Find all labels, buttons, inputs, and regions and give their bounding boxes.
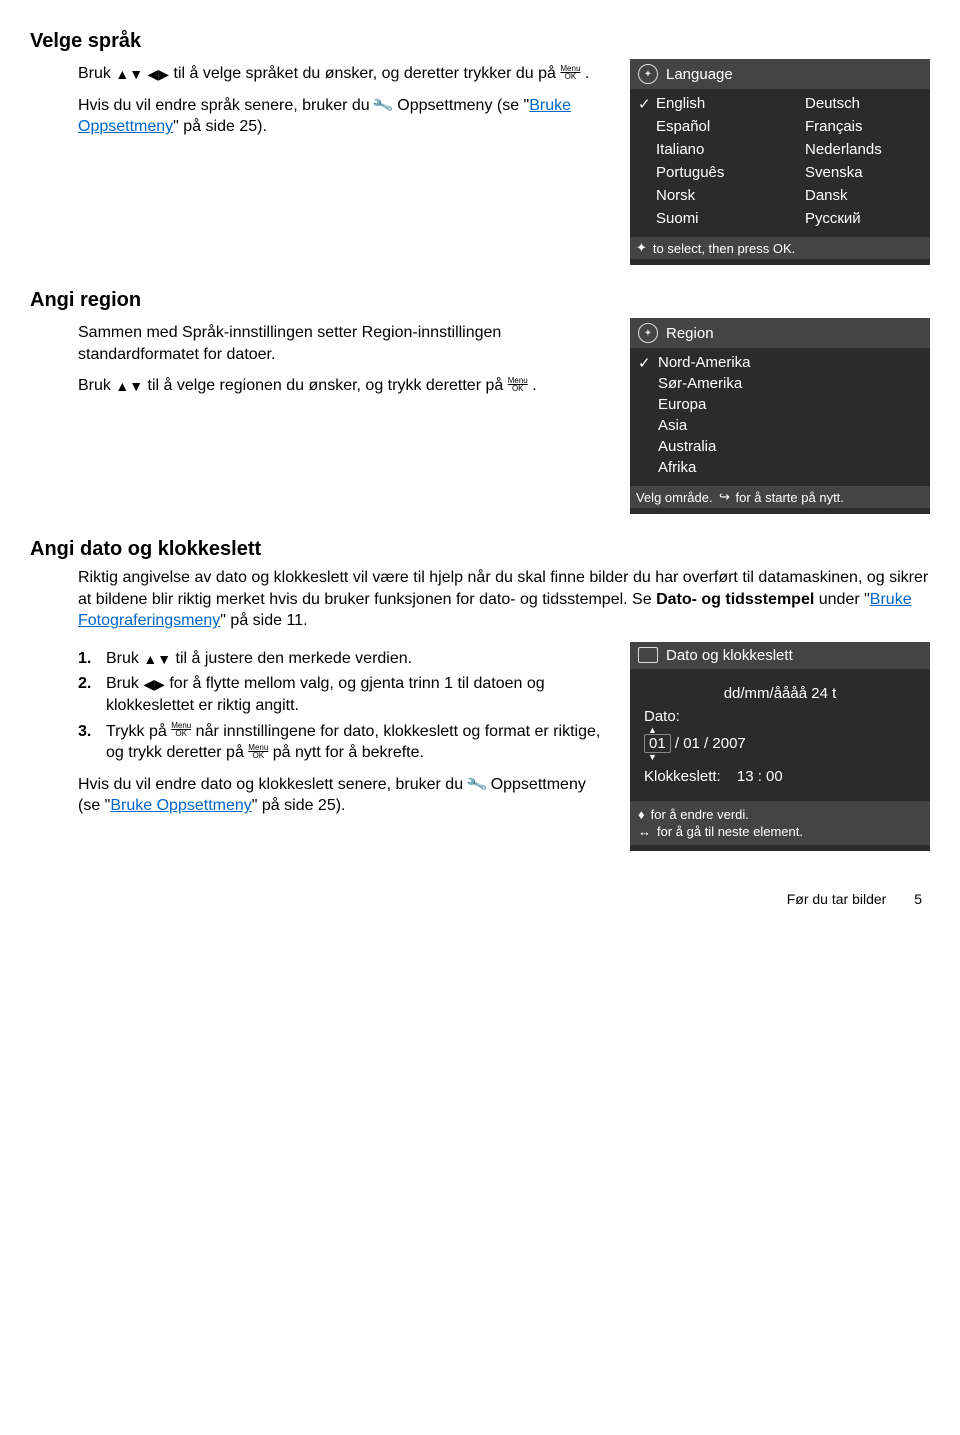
cam-region-item: Asia [636,415,924,436]
section3-text: 1. Bruk ▲▼ til å justere den merkede ver… [30,642,612,851]
s1-p1b: til å velge språket du ønsker, og derett… [174,65,561,82]
s3-step1b: til å justere den merkede verdien. [176,650,413,667]
up-arrow-icon: ▲ [648,725,916,735]
cam-region-footer-b: for å starte på nytt. [736,490,844,505]
step-num: 1. [78,648,96,670]
globe-icon: ✦ [638,323,658,343]
cam-region-item: Nord-Amerika [636,352,924,373]
s2-p1: Sammen med Språk-innstillingen setter Re… [78,322,612,365]
cam-region-item: Australia [636,436,924,457]
cam-region-item: Sør-Amerika [636,373,924,394]
cam-lang-item: Dansk [785,185,924,206]
cam-dt-day: 01 [644,734,671,753]
heading-datetime: Angi dato og klokkeslett [30,538,930,561]
cam-lang-item: Italiano [636,139,775,160]
cam-region-item: Europa [636,394,924,415]
wrench-icon: 🔧 [465,772,489,797]
down-arrow-icon: ▼ [648,752,916,762]
clock-icon [638,647,658,663]
link-bruke-oppsettmeny-2[interactable]: Bruke Oppsettmeny [110,797,251,814]
footer-text: Før du tar bilder [787,891,887,907]
cam-lang-footer-text: to select, then press OK. [653,241,795,256]
up-down-icon: ♦ [638,807,645,822]
s3-step3c: på nytt for å bekrefte. [273,744,424,761]
cam-lang-item: English [636,93,775,114]
cam-dt-time: 13 : 00 [737,768,783,785]
cam-dt-footer1: for å endre verdi. [651,807,749,822]
s3-step2a: Bruk [106,675,143,692]
heading-language: Velge språk [30,30,930,53]
left-right-arrow-icon: ◀▶ [143,677,165,691]
cam-dt-date-label: Dato: [644,708,680,725]
cam-dt-header: Dato og klokkeslett [630,642,930,669]
cam-dt-title: Dato og klokkeslett [666,647,793,664]
s1-p2c: " på side 25). [173,118,267,135]
cam-lang-item: Svenska [785,162,924,183]
left-right-arrow-icon: ◀▶ [148,67,170,81]
menu-ok-icon: MenuOK [508,377,528,393]
cam-dt-time-label: Klokkeslett: [644,768,721,785]
cam-dt-format: dd/mm/åååå 24 t [644,685,916,702]
cam-lang-item: Português [636,162,775,183]
camera-screen-datetime: Dato og klokkeslett dd/mm/åååå 24 t Dato… [630,642,930,851]
section2-text: Sammen med Språk-innstillingen setter Re… [30,318,612,514]
four-way-icon: ✦ [636,240,647,256]
cam-region-footer-a: Velg område. [636,490,713,505]
wrench-icon: 🔧 [371,93,395,118]
cam-dt-footer2: for å gå til neste element. [657,824,803,839]
cam-region-footer: Velg område. ↩ for å starte på nytt. [630,486,930,508]
menu-ok-icon: MenuOK [171,722,191,738]
cam-lang-item: Nederlands [785,139,924,160]
section1-text: Bruk ▲▼ ◀▶ til å velge språket du ønsker… [30,59,612,265]
up-down-arrow-icon: ▲▼ [115,379,143,393]
s3-intro-b: under " [819,591,870,608]
s1-p1c: . [585,65,589,82]
s3-intro-bold: Dato- og tidsstempel [656,591,814,608]
s3-step3a: Trykk på [106,723,171,740]
cam-region-title: Region [666,325,714,342]
cam-lang-item: Русский [785,208,924,229]
s1-p2a: Hvis du vil endre språk senere, bruker d… [78,97,374,114]
s3-after-c: " på side 25). [252,797,346,814]
s3-intro-c: " på side 11. [220,612,307,629]
s2-p2b: til å velge regionen du ønsker, og trykk… [148,377,508,394]
cam-dt-footer: ♦ for å endre verdi. ↔ for å gå til neste … [630,801,930,845]
up-down-arrow-icon: ▲▼ [143,652,171,666]
cam-lang-item: Deutsch [785,93,924,114]
globe-icon: ✦ [638,64,658,84]
menu-ok-icon: MenuOK [560,65,580,81]
cam-lang-item: Norsk [636,185,775,206]
cam-lang-item: Español [636,116,775,137]
cam-lang-item: Français [785,116,924,137]
camera-screen-language: ✦ Language English Deutsch Español Franç… [630,59,930,265]
cam-lang-footer: ✦ to select, then press OK. [630,237,930,259]
s1-p2b: Oppsettmeny (se " [397,97,529,114]
cam-dt-month-year: / 01 / 2007 [675,735,746,752]
s3-step1a: Bruk [106,650,143,667]
return-icon: ↩ [719,489,730,505]
cam-lang-header: ✦ Language [630,59,930,89]
heading-region: Angi region [30,289,930,312]
cam-region-item: Afrika [636,457,924,478]
s1-p1a: Bruk [78,65,115,82]
cam-lang-item: Suomi [636,208,775,229]
cam-lang-title: Language [666,66,733,83]
cam-region-header: ✦ Region [630,318,930,348]
s3-step2b: for å flytte mellom valg, og gjenta trin… [106,675,545,714]
menu-ok-icon: MenuOK [248,744,268,760]
s3-after-a: Hvis du vil endre dato og klokkeslett se… [78,776,468,793]
page-number: 5 [914,891,922,907]
s2-p2a: Bruk [78,377,115,394]
step-num: 3. [78,721,96,764]
step-num: 2. [78,673,96,716]
up-down-arrow-icon: ▲▼ [115,67,143,81]
page-footer: Før du tar bilder 5 [30,891,930,907]
left-right-icon: ↔ [638,824,651,839]
s2-p2c: . [532,377,536,394]
camera-screen-region: ✦ Region Nord-Amerika Sør-Amerika Europa… [630,318,930,514]
